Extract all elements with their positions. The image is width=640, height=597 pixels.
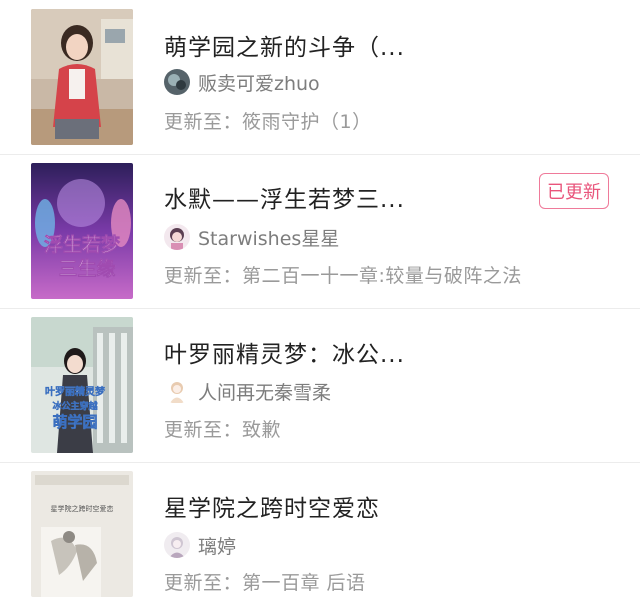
book-cover[interactable]: 星学院之跨时空爱恋 bbox=[31, 471, 133, 597]
author-avatar bbox=[164, 69, 190, 95]
author-row[interactable]: 璃婷 bbox=[164, 531, 236, 559]
latest-update: 更新至：第二百一十一章:较量与破阵之法 bbox=[164, 265, 522, 287]
latest-update: 更新至：第一百章 后语 bbox=[164, 572, 366, 594]
author-avatar bbox=[164, 532, 190, 558]
story-title[interactable]: 星学院之跨时空爱恋 bbox=[164, 489, 380, 523]
svg-text:叶罗丽精灵梦: 叶罗丽精灵梦 bbox=[45, 385, 106, 398]
latest-update: 更新至：筱雨守护（1） bbox=[164, 111, 372, 133]
author-row[interactable]: 贩卖可爱zhuo bbox=[164, 68, 320, 96]
latest-update: 更新至：致歉 bbox=[164, 419, 282, 441]
author-name: 贩卖可爱zhuo bbox=[198, 72, 320, 95]
author-name: 璃婷 bbox=[198, 535, 237, 558]
divider bbox=[0, 308, 640, 309]
divider bbox=[0, 462, 640, 463]
book-cover[interactable]: 叶罗丽精灵梦 冰公主穿越 萌学园 bbox=[31, 317, 133, 453]
story-title[interactable]: 萌学园之新的斗争（... bbox=[164, 28, 405, 62]
author-row[interactable]: 人间再无秦雪柔 bbox=[164, 377, 331, 405]
book-cover[interactable] bbox=[31, 9, 133, 145]
divider bbox=[0, 154, 640, 155]
story-title[interactable]: 水默——浮生若梦三... bbox=[164, 180, 405, 214]
book-cover[interactable]: 浮生若梦 三生缘 bbox=[31, 163, 133, 299]
story-title[interactable]: 叶罗丽精灵梦：冰公... bbox=[164, 335, 405, 369]
author-avatar bbox=[164, 224, 190, 250]
updated-badge: 已更新 bbox=[539, 173, 609, 209]
svg-text:三生缘: 三生缘 bbox=[58, 257, 115, 280]
svg-text:冰公主穿越: 冰公主穿越 bbox=[52, 400, 98, 412]
author-name: Starwishes星星 bbox=[198, 227, 340, 250]
svg-text:浮生若梦: 浮生若梦 bbox=[44, 233, 121, 256]
author-avatar bbox=[164, 378, 190, 404]
author-name: 人间再无秦雪柔 bbox=[198, 381, 332, 404]
svg-text:星学院之跨时空爱恋: 星学院之跨时空爱恋 bbox=[51, 504, 114, 513]
author-row[interactable]: Starwishes星星 bbox=[164, 223, 339, 251]
svg-text:萌学园: 萌学园 bbox=[52, 413, 97, 431]
